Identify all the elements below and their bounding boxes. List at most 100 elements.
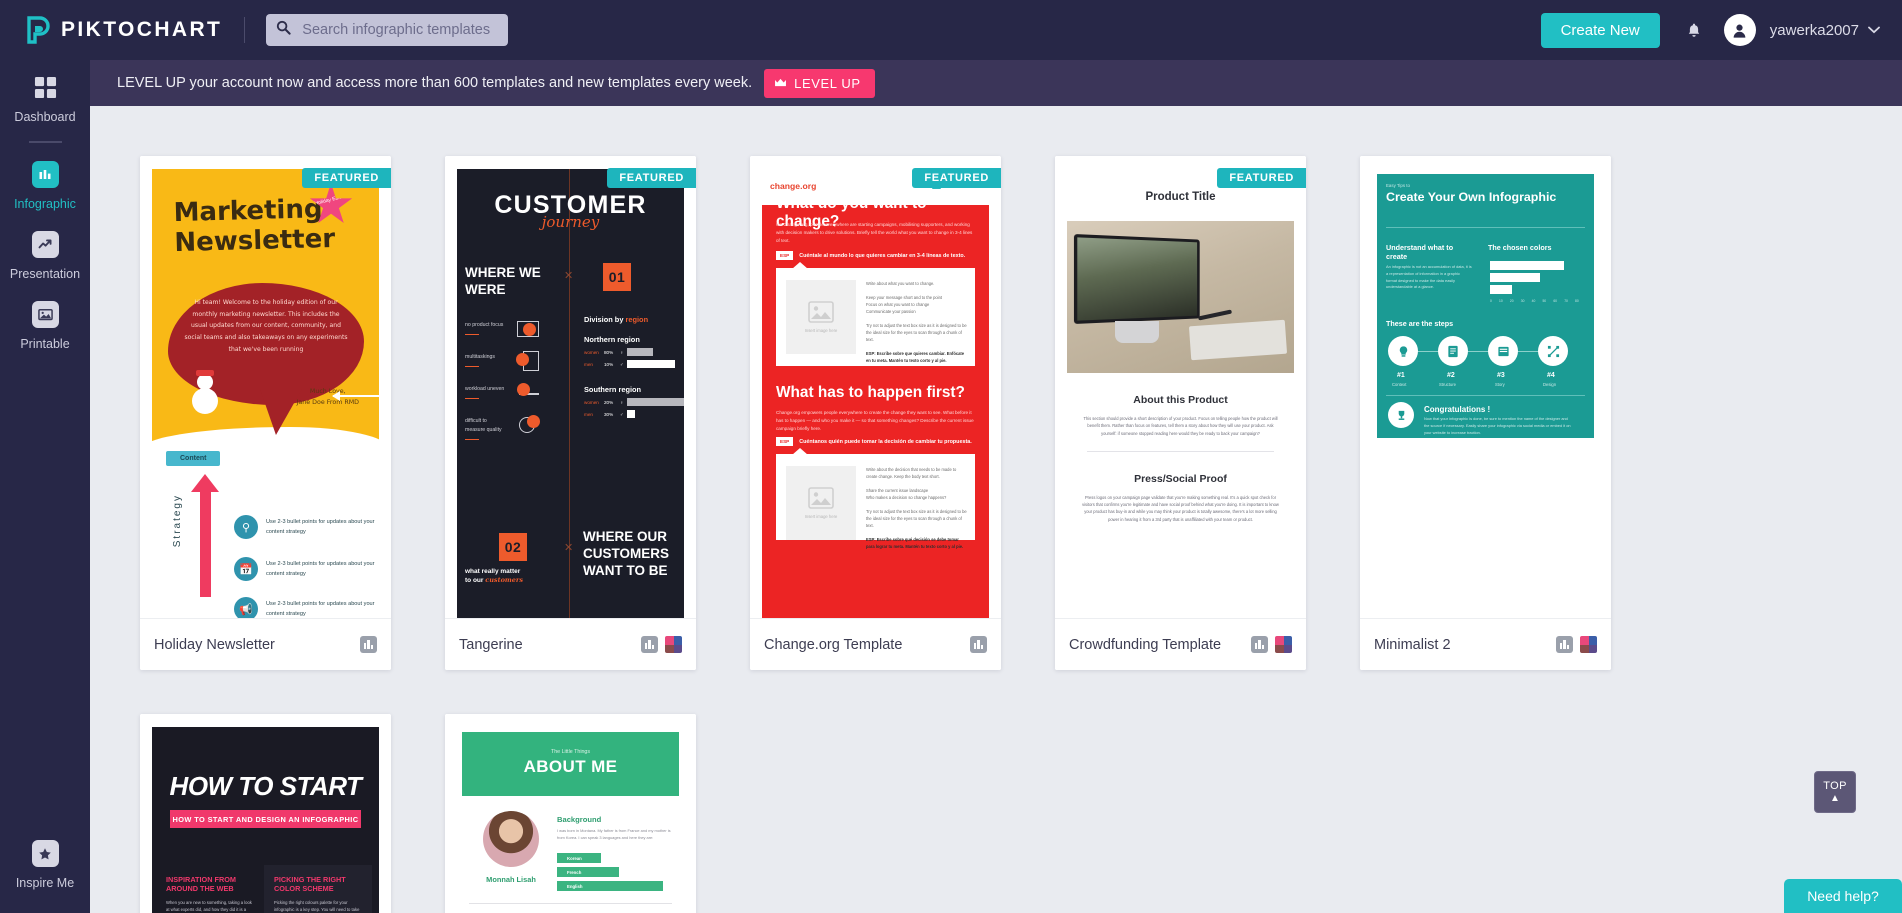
- featured-badge: FEATURED: [607, 168, 696, 188]
- chart-icon[interactable]: [970, 636, 987, 653]
- palette-icon[interactable]: [1275, 636, 1292, 653]
- art-body2-bullet-2: Who makes a decision so change happens?: [866, 495, 947, 501]
- template-card[interactable]: FEATURED change.org Piktochart What do y…: [750, 156, 1001, 670]
- art-body-bullet-1: Keep your message short and to the point: [866, 295, 943, 301]
- chart-icon[interactable]: [641, 636, 658, 653]
- template-title: Minimalist 2: [1374, 636, 1451, 653]
- user-avatar-icon[interactable]: [1723, 14, 1756, 46]
- sidebar-item-presentation[interactable]: Presentation: [0, 217, 90, 287]
- art-region1-row2-value: 10%: [604, 361, 614, 367]
- art-vertical-label: Strategy: [172, 494, 183, 548]
- create-new-button[interactable]: Create New: [1540, 12, 1660, 48]
- art-section-1: WHERE WE WERE: [465, 265, 541, 297]
- art-title: HOW TO START: [169, 771, 362, 801]
- template-card[interactable]: Easy Tips to Create Your Own Infographic…: [1360, 156, 1611, 670]
- notification-bell-icon[interactable]: [1686, 22, 1702, 39]
- art-pretitle: The Little Things: [550, 749, 591, 755]
- art-paragraph-2: Change.org empowers people everywhere to…: [776, 410, 974, 432]
- chevron-up-icon: ▲: [1830, 793, 1840, 804]
- thumb-art-aboutme: The Little Things ABOUT ME Monnah Lisah …: [457, 727, 684, 913]
- level-up-banner: LEVEL UP your account now and access mor…: [90, 60, 1902, 106]
- art-signoff-2: Jane Doe From RMD: [296, 398, 359, 406]
- featured-badge: FEATURED: [1217, 168, 1306, 188]
- art-section-heading: Background: [557, 815, 602, 824]
- chart-icon[interactable]: [1556, 636, 1573, 653]
- art-paragraph-1: On Change.org, people everywhere are sta…: [776, 222, 973, 244]
- vector-icon: [1538, 336, 1568, 366]
- palette-icon[interactable]: [665, 636, 682, 653]
- art-title-line2: Newsletter: [174, 223, 336, 258]
- art-tag-content: Content: [166, 451, 221, 466]
- banner-text: LEVEL UP your account now and access mor…: [117, 75, 753, 91]
- art-about-heading: About this Product: [1133, 394, 1228, 406]
- template-card-icons: [970, 636, 987, 653]
- sidebar-item-dashboard[interactable]: Dashboard: [0, 60, 90, 130]
- template-thumbnail: The Little Things ABOUT ME Monnah Lisah …: [445, 714, 696, 913]
- template-thumbnail: Marketing Newsletter Holiday Edition Hi …: [140, 156, 391, 618]
- sidebar-item-infographic[interactable]: Infographic: [0, 147, 90, 217]
- template-card[interactable]: FEATURED Marketing Newsletter Holiday Ed…: [140, 156, 391, 670]
- art-esp-text-1: Cuéntale al mundo lo que quieres cambiar…: [799, 252, 966, 259]
- sidebar-item-inspire-me[interactable]: Inspire Me: [0, 826, 90, 896]
- art-esp-text-2: Cuéntanos quién puede tomar la decisión …: [799, 438, 972, 445]
- male-icon: ♂: [620, 411, 624, 417]
- art-congrats-text: Now that your infographic is done, be su…: [1424, 416, 1571, 435]
- snowman-icon: [190, 370, 220, 426]
- art-col1-text: When you are new to something, taking a …: [166, 899, 252, 913]
- thumb-art-minimalist: Easy Tips to Create Your Own Infographic…: [1372, 169, 1599, 618]
- sidebar-divider: [28, 141, 62, 143]
- art-body-note-2: Try not to adjust the text box size as i…: [866, 509, 967, 529]
- template-grid: FEATURED Marketing Newsletter Holiday Ed…: [90, 106, 1902, 913]
- level-up-button[interactable]: LEVEL UP: [764, 68, 875, 98]
- piktochart-logo-icon: [26, 16, 52, 44]
- art-photo-placeholder: Insert image here: [804, 328, 838, 333]
- search-box[interactable]: [266, 14, 509, 46]
- trophy-icon: [1388, 402, 1414, 428]
- art-bullet-1: Use 2-3 bullet points for updates about …: [266, 518, 375, 535]
- brand-logo[interactable]: PIKTOCHART: [26, 16, 222, 44]
- art-body-note-1: Try not to adjust the text box size as i…: [866, 323, 967, 343]
- art-col2-heading: PICKING THE RIGHT COLOR SCHEME: [274, 875, 346, 894]
- need-help-button[interactable]: Need help?: [1784, 879, 1902, 913]
- art-region-name-2: Southern region: [584, 385, 642, 394]
- left-sidebar: Dashboard Infographic Presentation Print…: [0, 60, 90, 913]
- art-region1-row2-label: men: [584, 361, 593, 367]
- username-label[interactable]: yawerka2007: [1770, 22, 1859, 39]
- art-pretitle: Easy Tips to: [1386, 183, 1410, 188]
- template-card-icons: [1556, 636, 1597, 653]
- art-left-item-3: workload uneven: [465, 386, 505, 392]
- template-thumbnail: Easy Tips to Create Your Own Infographic…: [1360, 156, 1611, 618]
- scroll-to-top-label: TOP: [1823, 780, 1847, 792]
- template-card[interactable]: FEATURED Product Title About this Produc…: [1055, 156, 1306, 670]
- female-icon: ♀: [620, 349, 624, 355]
- brand-name: PIKTOCHART: [61, 18, 223, 41]
- art-region1-row1-label: women: [584, 349, 599, 355]
- chevron-down-icon[interactable]: [1868, 26, 1880, 34]
- search-icon: [276, 20, 291, 40]
- presentation-trend-icon: [31, 231, 59, 258]
- art-left-item-1: no product focus: [465, 322, 504, 328]
- art-heading-2: The chosen colors: [1488, 243, 1552, 252]
- template-card[interactable]: The Little Things ABOUT ME Monnah Lisah …: [445, 714, 696, 913]
- dashboard-grid-icon: [32, 74, 59, 101]
- template-card-footer: Minimalist 2: [1360, 618, 1611, 670]
- art-number-2: 02: [499, 533, 527, 561]
- level-up-button-label: LEVEL UP: [794, 75, 861, 91]
- template-title: Change.org Template: [764, 636, 903, 653]
- chart-icon[interactable]: [1251, 636, 1268, 653]
- sidebar-item-printable[interactable]: Printable: [0, 287, 90, 357]
- template-card[interactable]: FEATURED CUSTOMER journey ✕ WHERE WE WER…: [445, 156, 696, 670]
- art-esp-tag-2: ESP: [776, 437, 794, 446]
- art-about-text: This section should provide a short desc…: [1083, 416, 1278, 436]
- art-region2-row2-value: 30%: [604, 411, 614, 417]
- art-region2-row2-label: men: [584, 411, 593, 417]
- chart-icon[interactable]: [360, 636, 377, 653]
- sidebar-label-presentation: Presentation: [9, 267, 81, 281]
- art-esp-tag: ESP: [776, 251, 794, 260]
- palette-icon[interactable]: [1580, 636, 1597, 653]
- art-body2-bullet-1: Share the current issue landscape: [866, 488, 929, 494]
- search-input[interactable]: [302, 22, 493, 38]
- template-card[interactable]: HOW TO START HOW TO START AND DESIGN AN …: [140, 714, 391, 913]
- art-body-bullet-2: Focus on what you want to change: [866, 302, 930, 308]
- scroll-to-top-button[interactable]: TOP ▲: [1814, 771, 1856, 813]
